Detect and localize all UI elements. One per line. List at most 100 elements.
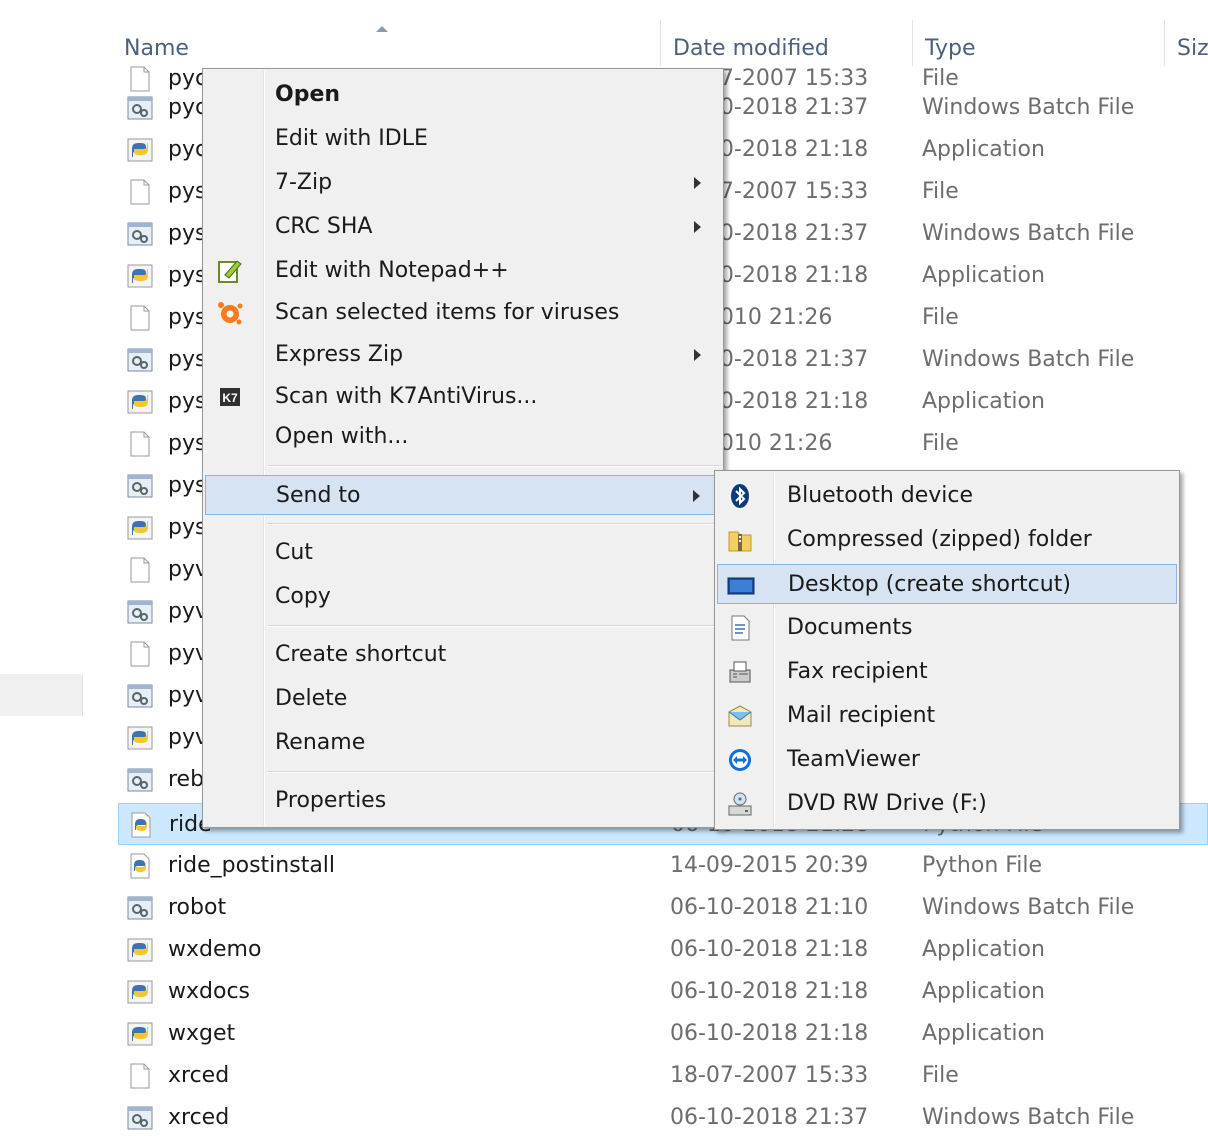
- file-name: pys: [168, 179, 207, 204]
- menu-item-delete[interactable]: Delete: [205, 679, 721, 719]
- send-to-item-compressed-zipped-folder[interactable]: Compressed (zipped) folder: [717, 520, 1177, 560]
- blank-file-icon: [126, 556, 154, 584]
- zip-folder-icon: [725, 526, 755, 554]
- svg-text:K7: K7: [222, 391, 238, 405]
- file-name: pys: [168, 515, 207, 540]
- menu-item-rename[interactable]: Rename: [205, 723, 721, 763]
- file-name: pys: [168, 221, 207, 246]
- menu-separator: [267, 771, 721, 773]
- file-name: xrced: [168, 1105, 230, 1130]
- file-name: pys: [168, 305, 207, 330]
- desktop-icon: [726, 571, 756, 599]
- file-row[interactable]: xrced 06-10-2018 21:37 Windows Batch File: [118, 1097, 1208, 1139]
- menu-item-open-with[interactable]: Open with...: [205, 417, 721, 457]
- batch-file-icon: [126, 1104, 154, 1132]
- file-type: Application: [922, 937, 1045, 962]
- navigation-pane: [0, 0, 84, 1142]
- file-name: ride_postinstall: [168, 853, 336, 878]
- send-to-submenu: Bluetooth device Compressed (zipped) fold…: [714, 470, 1180, 830]
- menu-separator: [267, 523, 721, 525]
- blank-file-icon: [126, 178, 154, 206]
- file-row[interactable]: wxget 06-10-2018 21:18 Application: [118, 1013, 1208, 1055]
- file-type: Windows Batch File: [922, 347, 1135, 372]
- dvd-drive-icon: [725, 790, 755, 818]
- menu-item-label: CRC SHA: [275, 214, 373, 239]
- batch-file-icon: [126, 894, 154, 922]
- python-app-icon: [126, 1020, 154, 1048]
- python-app-icon: [126, 724, 154, 752]
- send-to-item-mail-recipient[interactable]: Mail recipient: [717, 696, 1177, 736]
- avast-icon: [215, 299, 245, 327]
- file-row[interactable]: robot 06-10-2018 21:10 Windows Batch File: [118, 887, 1208, 929]
- menu-item-open[interactable]: Open: [205, 75, 721, 115]
- file-type: File: [922, 305, 959, 330]
- send-to-item-label: Desktop (create shortcut): [788, 572, 1071, 597]
- send-to-item-fax-recipient[interactable]: Fax recipient: [717, 652, 1177, 692]
- send-to-item-documents[interactable]: Documents: [717, 608, 1177, 648]
- file-name: pys: [168, 431, 207, 456]
- mail-icon: [725, 702, 755, 730]
- menu-item-scan-with-k7antivirus[interactable]: K7 Scan with K7AntiVirus...: [205, 377, 721, 417]
- blank-file-icon: [126, 430, 154, 458]
- menu-item-send-to[interactable]: Send to: [205, 475, 721, 515]
- file-type: Application: [922, 979, 1045, 1004]
- file-type: File: [922, 179, 959, 204]
- notepad-plus-plus-icon: [215, 257, 245, 285]
- send-to-item-label: Mail recipient: [787, 703, 936, 728]
- menu-item-label: Express Zip: [275, 342, 404, 367]
- batch-file-icon: [126, 346, 154, 374]
- submenu-arrow-icon: [694, 177, 701, 189]
- file-type: Windows Batch File: [922, 1105, 1135, 1130]
- menu-item-scan-selected-items-for-viruses[interactable]: Scan selected items for viruses: [205, 293, 721, 333]
- menu-item-copy[interactable]: Copy: [205, 577, 721, 617]
- send-to-item-bluetooth-device[interactable]: Bluetooth device: [717, 476, 1177, 516]
- batch-file-icon: [126, 94, 154, 122]
- send-to-item-label: DVD RW Drive (F:): [787, 791, 987, 816]
- file-type: Windows Batch File: [922, 895, 1135, 920]
- documents-icon: [725, 614, 755, 642]
- context-menu: Open Edit with IDLE 7-Zip CRC SHA Edit with …: [202, 68, 724, 828]
- blank-file-icon: [126, 1062, 154, 1090]
- menu-item-label: Cut: [275, 540, 313, 565]
- file-name: pys: [168, 473, 207, 498]
- python-app-icon: [126, 388, 154, 416]
- file-row[interactable]: xrced 18-07-2007 15:33 File: [118, 1055, 1208, 1097]
- menu-item-7-zip[interactable]: 7-Zip: [205, 163, 721, 203]
- send-to-item-desktop-create-shortcut[interactable]: Desktop (create shortcut): [717, 564, 1177, 604]
- blank-file-icon: [126, 304, 154, 332]
- menu-item-label: Copy: [275, 584, 331, 609]
- file-type: Windows Batch File: [922, 95, 1135, 120]
- file-type: File: [922, 1063, 959, 1088]
- file-row[interactable]: wxdemo 06-10-2018 21:18 Application: [118, 929, 1208, 971]
- menu-item-cut[interactable]: Cut: [205, 533, 721, 573]
- menu-item-label: Scan selected items for viruses: [275, 300, 620, 325]
- python-app-icon: [126, 936, 154, 964]
- menu-item-label: Edit with IDLE: [275, 126, 428, 151]
- file-type: Application: [922, 137, 1045, 162]
- file-name: pys: [168, 263, 207, 288]
- menu-item-properties[interactable]: Properties: [205, 781, 721, 821]
- file-date-modified: 06-10-2018 21:18: [670, 979, 869, 1004]
- file-date-modified: 18-07-2007 15:33: [670, 1063, 869, 1088]
- file-row[interactable]: wxdocs 06-10-2018 21:18 Application: [118, 971, 1208, 1013]
- menu-item-edit-with-idle[interactable]: Edit with IDLE: [205, 119, 721, 159]
- send-to-item-dvd-rw-drive-f[interactable]: DVD RW Drive (F:): [717, 784, 1177, 824]
- menu-item-express-zip[interactable]: Express Zip: [205, 335, 721, 375]
- navigation-pane-selected-item[interactable]: [0, 674, 83, 716]
- batch-file-icon: [126, 766, 154, 794]
- file-type: Python File: [922, 853, 1043, 878]
- file-name: xrced: [168, 1063, 230, 1088]
- k7-antivirus-icon: K7: [215, 383, 245, 411]
- send-to-item-teamviewer[interactable]: TeamViewer: [717, 740, 1177, 780]
- batch-file-icon: [126, 598, 154, 626]
- menu-item-create-shortcut[interactable]: Create shortcut: [205, 635, 721, 675]
- menu-item-edit-with-notepad[interactable]: Edit with Notepad++: [205, 251, 721, 291]
- menu-item-label: Create shortcut: [275, 642, 447, 667]
- blank-file-icon: [126, 640, 154, 668]
- file-date-modified: 14-09-2015 20:39: [670, 853, 869, 878]
- menu-item-label: Delete: [275, 686, 348, 711]
- file-row[interactable]: ride_postinstall 14-09-2015 20:39 Python F…: [118, 845, 1208, 887]
- menu-item-label: Open: [275, 82, 341, 107]
- python-app-icon: [126, 136, 154, 164]
- menu-item-crc-sha[interactable]: CRC SHA: [205, 207, 721, 247]
